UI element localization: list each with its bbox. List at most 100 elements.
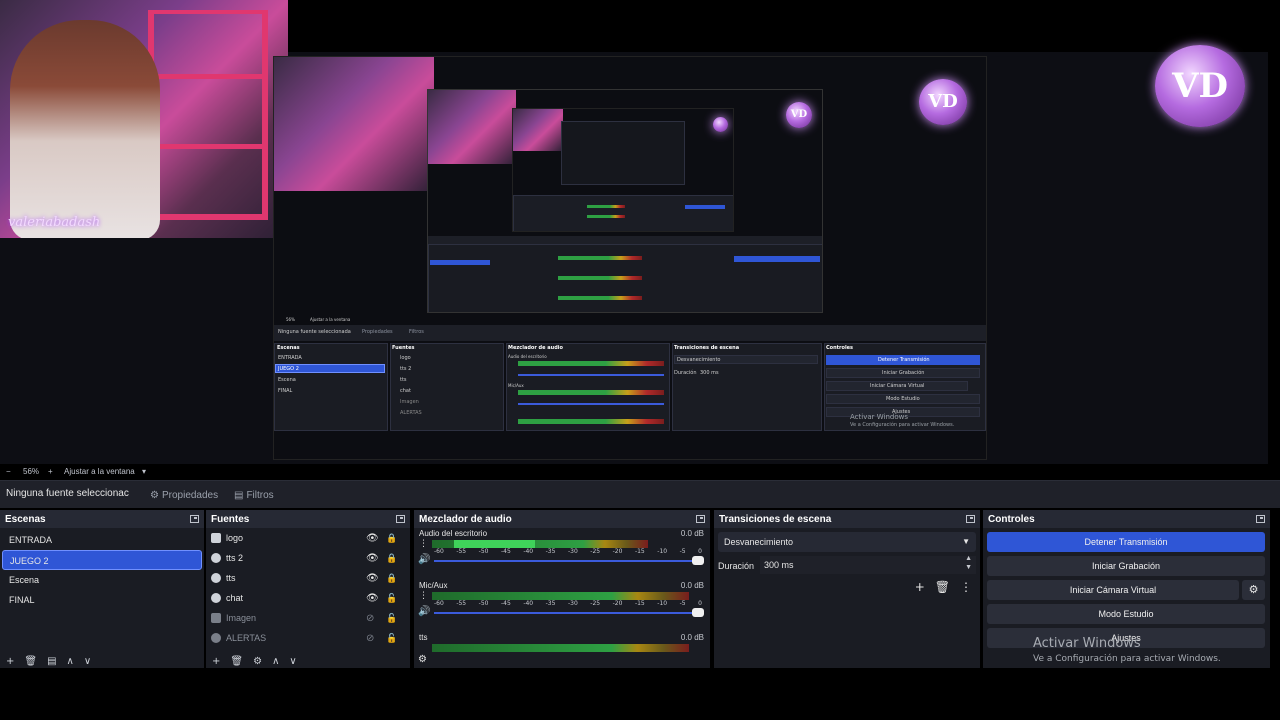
remove-source-icon[interactable]: 🗑 (230, 657, 243, 667)
add-source-icon[interactable]: + (212, 657, 220, 667)
speaker-icon[interactable]: 🔊 (418, 606, 430, 617)
channel-menu-icon[interactable]: ⋮ (419, 540, 428, 549)
volume-slider-handle[interactable] (692, 608, 704, 617)
scene-item-final[interactable]: FINAL (2, 590, 202, 610)
gear-icon: ⚙ (150, 489, 159, 501)
remove-transition-icon[interactable]: 🗑 (935, 580, 950, 594)
lock-icon[interactable]: 🔒 (386, 573, 397, 584)
browser-icon (211, 633, 221, 643)
start-virtual-camera-button[interactable]: Iniciar Cámara Virtual (987, 580, 1239, 600)
undock-icon[interactable] (190, 515, 199, 523)
nested-scene-item: ENTRADA (278, 355, 302, 361)
move-up-icon[interactable]: ∧ (272, 657, 279, 667)
transition-select[interactable]: Desvanecimiento ▼ (718, 532, 976, 552)
zoom-in-button[interactable]: + (48, 467, 53, 476)
source-item-imagen[interactable]: Imagen ⊘ 🔓 (206, 608, 410, 628)
transition-tools: + 🗑 ⋮ (915, 580, 972, 594)
source-item-chat[interactable]: chat 👁 🔓 (206, 588, 410, 608)
scenes-dock: Escenas ENTRADA JUEGO 2 Escena FINAL + 🗑… (0, 510, 204, 668)
volume-slider[interactable] (434, 560, 698, 562)
nested-source-item: ALERTAS (400, 410, 422, 416)
scenes-title: Escenas (5, 513, 46, 525)
speaker-icon[interactable]: 🔊 (418, 554, 430, 565)
meter-tick-label: -15 (634, 548, 645, 555)
chevron-down-icon: ▼ (962, 537, 970, 546)
duration-spinner-icon[interactable]: ▲ ▼ (965, 554, 972, 572)
mixer-channel-desktop: Audio del escritorio 0.0 dB ⋮ -60 -55 -50-… (414, 528, 710, 580)
lock-icon[interactable]: 🔒 (386, 533, 397, 544)
undock-icon[interactable] (396, 515, 405, 523)
controls-title: Controles (988, 513, 1035, 525)
image-icon (211, 613, 221, 623)
sources-title: Fuentes (211, 513, 250, 525)
nested-source-item: logo (400, 355, 411, 361)
filters-button[interactable]: ▤ Filtros (228, 486, 280, 504)
lock-icon[interactable]: 🔒 (386, 553, 397, 564)
source-item-logo[interactable]: logo 👁 🔒 (206, 528, 410, 548)
duration-input[interactable]: 300 ms ▲ ▼ (760, 554, 976, 574)
undock-icon[interactable] (696, 515, 705, 523)
transition-menu-icon[interactable]: ⋮ (960, 580, 972, 594)
start-recording-button[interactable]: Iniciar Grabación (987, 556, 1265, 576)
gear-icon: ⚙ (1248, 583, 1259, 596)
undock-icon[interactable] (966, 515, 975, 523)
channel-name: tts (419, 633, 428, 642)
duration-label: Duración (718, 561, 755, 571)
scene-item-escena[interactable]: Escena (2, 570, 202, 590)
nested-control-button: Detener Transmisión (878, 357, 930, 363)
eye-icon[interactable]: 👁 (366, 533, 379, 544)
eye-icon[interactable]: 👁 (366, 573, 379, 584)
volume-slider[interactable] (434, 612, 698, 614)
meter-tick-label: 0 (698, 548, 702, 555)
scene-filters-icon[interactable]: ▤ (47, 657, 56, 667)
unlock-icon[interactable]: 🔓 (386, 593, 397, 604)
channel-logo-large[interactable]: VD (1155, 45, 1245, 127)
unlock-icon[interactable]: 🔓 (386, 613, 397, 624)
add-scene-icon[interactable]: + (6, 657, 14, 667)
meter-tick-label: -5 (679, 548, 686, 555)
add-transition-icon[interactable]: + (915, 580, 925, 594)
meter-tick-label: -60 (434, 548, 444, 555)
scene-item-entrada[interactable]: ENTRADA (2, 530, 202, 550)
mixer-title: Mezclador de audio (419, 513, 512, 525)
volume-slider-handle[interactable] (692, 556, 704, 565)
nested-controls-title: Controles (826, 345, 854, 351)
eye-icon[interactable]: 👁 (366, 593, 379, 604)
sources-list: logo 👁 🔒 tts 2 👁 🔒 tts 👁 🔒 chat 👁 🔓 Imag… (206, 528, 410, 668)
studio-mode-button[interactable]: Modo Estudio (987, 604, 1265, 624)
source-label: chat (226, 593, 244, 603)
webcam-source[interactable]: valeriabadash (0, 0, 288, 238)
scene-item-juego-2[interactable]: JUEGO 2 (2, 550, 202, 570)
undock-icon[interactable] (1256, 515, 1265, 523)
stop-streaming-button[interactable]: Detener Transmisión (987, 532, 1265, 552)
channel-menu-icon[interactable]: ⋮ (419, 592, 428, 601)
move-down-icon[interactable]: ∨ (84, 657, 91, 667)
virtual-camera-settings-button[interactable]: ⚙ (1242, 580, 1265, 600)
browser-icon (211, 553, 221, 563)
fit-to-window-button[interactable]: Ajustar a la ventana (64, 467, 135, 476)
eye-hidden-icon[interactable]: ⊘ (366, 613, 374, 624)
move-up-icon[interactable]: ∧ (67, 657, 74, 667)
meter-tick-label: -55 (456, 600, 467, 607)
move-down-icon[interactable]: ∨ (289, 657, 296, 667)
source-label: Imagen (226, 613, 257, 623)
eye-icon[interactable]: 👁 (366, 553, 379, 564)
controls-dock: Controles Detener Transmisión Iniciar Gr… (983, 510, 1270, 668)
mixer-settings-icon[interactable]: ⚙ (418, 654, 427, 665)
source-label: ALERTAS (226, 633, 267, 643)
unlock-icon[interactable]: 🔓 (386, 633, 397, 644)
nested-transition: Desvanecimiento (677, 357, 721, 363)
mixer-channel-mic: Mic/Aux 0.0 dB ⋮ -60 -55 -50 -45 -40 -35 -30 -2… (414, 580, 710, 632)
preview-area[interactable]: valeriabadash VD VD VD 56% Ajustar a la … (0, 0, 1280, 466)
eye-hidden-icon[interactable]: ⊘ (366, 633, 374, 644)
zoom-out-button[interactable]: − (6, 467, 11, 476)
source-settings-icon[interactable]: ⚙ (253, 657, 262, 667)
properties-button[interactable]: ⚙ Propiedades (144, 486, 224, 504)
nested-source-item: tts (400, 377, 407, 383)
source-item-tts[interactable]: tts 👁 🔒 (206, 568, 410, 588)
source-item-alertas[interactable]: ALERTAS ⊘ 🔓 (206, 628, 410, 648)
remove-scene-icon[interactable]: 🗑 (24, 657, 37, 667)
meter-tick-label: -30 (567, 548, 578, 555)
fit-dropdown-caret-icon[interactable]: ▾ (142, 467, 146, 476)
source-item-tts-2[interactable]: tts 2 👁 🔒 (206, 548, 410, 568)
